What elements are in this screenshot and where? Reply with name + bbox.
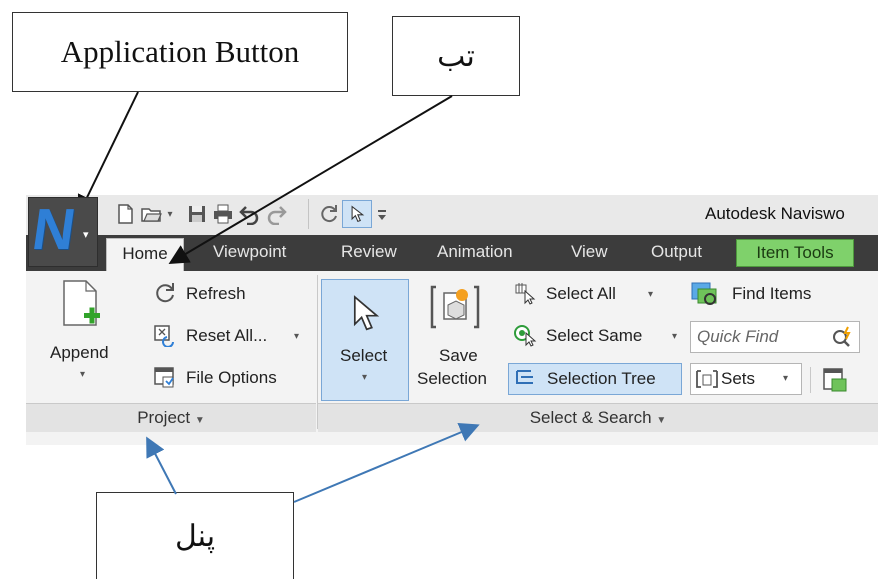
application-button[interactable]: N ▾ — [28, 197, 98, 267]
navisworks-n-logo-icon: N — [28, 197, 80, 262]
arrow-to-tab — [168, 95, 453, 265]
annotation-arrows — [77, 91, 480, 503]
arrow-to-project-panel — [146, 436, 177, 495]
arrow-to-select-search-panel — [293, 422, 480, 503]
arrow-to-application-button — [77, 91, 139, 216]
chevron-down-icon: ▾ — [83, 229, 89, 241]
